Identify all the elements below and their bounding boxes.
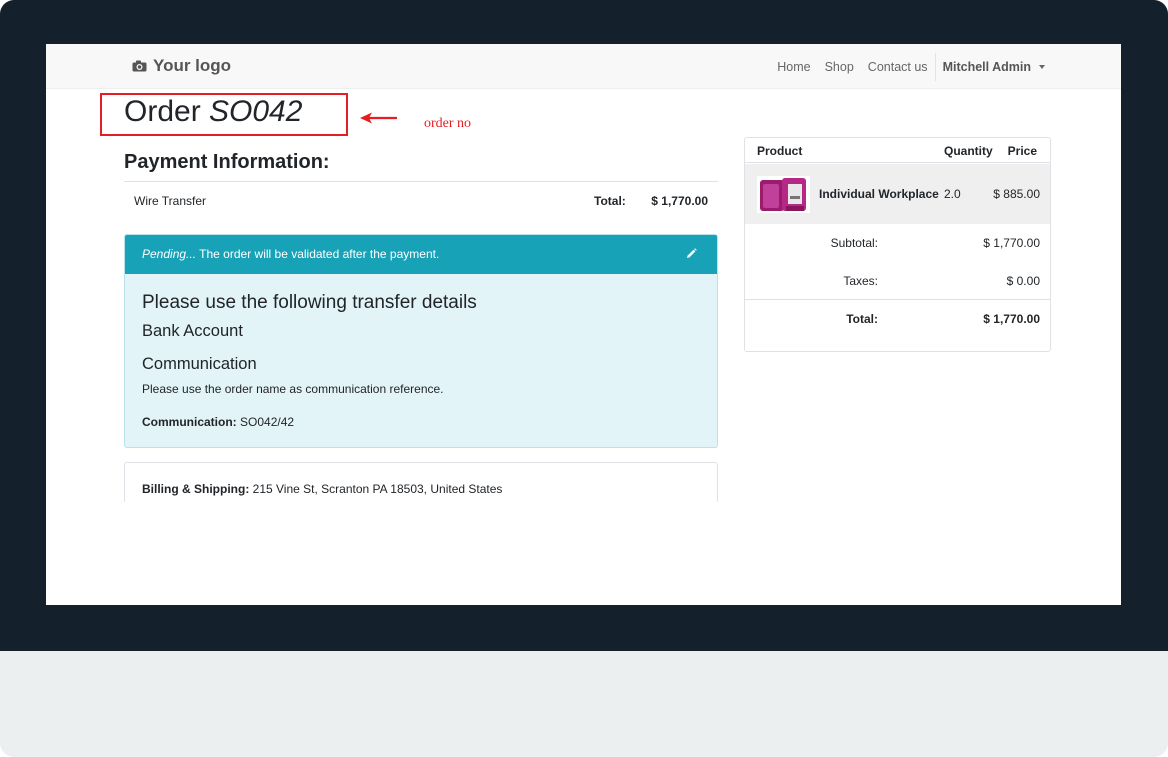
annotation-label: order no <box>424 116 472 131</box>
billing-value: 215 Vine St, Scranton PA 18503, United S… <box>249 482 503 496</box>
product-name[interactable]: Individual Workplace <box>819 187 939 201</box>
subtotal-row: Subtotal: $ 1,770.00 <box>745 236 1050 256</box>
nav-link-shop[interactable]: Shop <box>825 60 854 74</box>
subtotal-label: Subtotal: <box>830 236 878 250</box>
column-header-price: Price <box>1007 144 1037 158</box>
subtotal-value: $ 1,770.00 <box>983 236 1040 250</box>
site-logo[interactable]: Your logo <box>132 56 231 76</box>
user-menu-toggle[interactable]: Mitchell Admin <box>943 60 1045 74</box>
billing-label: Billing & Shipping: <box>142 482 250 496</box>
taxes-row: Taxes: $ 0.00 <box>745 274 1050 294</box>
table-row: Individual Workplace 2.0 $ 885.00 <box>745 164 1050 224</box>
payment-total-label: Total: <box>594 194 626 208</box>
communication-instruction: Please use the order name as communicati… <box>142 382 444 396</box>
total-value: $ 1,770.00 <box>983 312 1040 326</box>
nav-link-contact[interactable]: Contact us <box>868 60 928 74</box>
payment-total-value: $ 1,770.00 <box>651 194 708 208</box>
product-image[interactable] <box>757 176 810 213</box>
logo-text: Your logo <box>153 56 232 75</box>
status-word: Pending... <box>142 247 197 261</box>
pencil-icon[interactable] <box>686 248 697 259</box>
payment-heading: Payment Information: <box>124 151 330 173</box>
annotation-highlight-box <box>100 93 348 136</box>
product-quantity: 2.0 <box>944 187 961 201</box>
monitor-frame: Your logo Home Shop Contact us Mitchell … <box>0 0 1168 757</box>
payment-method: Wire Transfer <box>134 194 207 208</box>
taxes-value: $ 0.00 <box>1006 274 1040 288</box>
user-name: Mitchell Admin <box>942 59 1031 74</box>
billing-address: Billing & Shipping: 215 Vine St, Scranto… <box>142 482 502 496</box>
product-price: $ 885.00 <box>993 187 1040 201</box>
camera-icon <box>132 60 147 72</box>
taxes-label: Taxes: <box>843 274 878 288</box>
transfer-heading: Please use the following transfer detail… <box>142 292 477 313</box>
communication-heading: Communication <box>142 355 257 373</box>
order-summary-header: Product Quantity Price <box>745 138 1050 163</box>
communication-reference: Communication: SO042/42 <box>142 415 700 429</box>
nav-menu: Home Shop Contact us Mitchell Admin <box>763 44 1045 89</box>
nav-divider <box>934 52 936 81</box>
summary-divider <box>745 299 1050 300</box>
nav-link-home[interactable]: Home <box>777 60 810 74</box>
total-row: Total: $ 1,770.00 <box>745 312 1050 332</box>
payment-status-header: Pending... The order will be validated a… <box>125 235 717 274</box>
order-summary-card: Product Quantity Price Individual Workpl… <box>744 137 1051 352</box>
column-header-product: Product <box>757 144 803 158</box>
browser-screen: Your logo Home Shop Contact us Mitchell … <box>46 44 1121 605</box>
total-label: Total: <box>846 312 878 326</box>
payment-status-panel: Pending... The order will be validated a… <box>124 234 718 448</box>
status-text: The order will be validated after the pa… <box>196 247 440 261</box>
communication-value: SO042/42 <box>236 415 295 429</box>
communication-label: Communication: <box>142 415 237 429</box>
column-header-quantity: Quantity <box>944 144 993 158</box>
payment-row: Wire Transfer Total: $ 1,770.00 <box>124 182 718 218</box>
annotation-arrow-icon <box>360 112 397 124</box>
bank-account-heading: Bank Account <box>142 322 243 340</box>
transfer-details: Please use the following transfer detail… <box>125 274 717 429</box>
top-navbar: Your logo Home Shop Contact us Mitchell … <box>46 44 1121 89</box>
caret-down-icon <box>1039 64 1045 69</box>
monitor-chin <box>0 651 1168 757</box>
billing-card: Billing & Shipping: 215 Vine St, Scranto… <box>124 462 718 502</box>
